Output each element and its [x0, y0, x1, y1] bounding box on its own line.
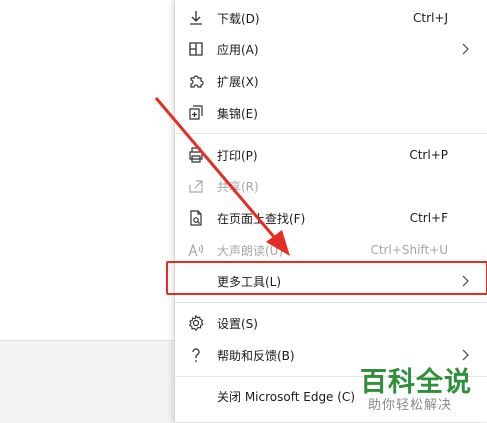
collections-icon	[187, 104, 205, 122]
extensions-icon	[187, 72, 205, 90]
page-content-lower	[0, 340, 176, 423]
menu-divider	[175, 302, 487, 303]
chevron-right-icon	[462, 43, 469, 55]
menu-item-shortcut: Ctrl+J	[413, 11, 448, 25]
menu-item-label: 大声朗读(U)	[217, 243, 284, 258]
watermark: 百科全说 助你轻松解决	[360, 360, 484, 416]
menu-item-label: 集锦(E)	[217, 106, 258, 121]
share-icon	[187, 177, 205, 195]
menu-item-label: 共享(R)	[217, 179, 259, 194]
find-icon	[187, 209, 205, 227]
menu-item-find-on-page[interactable]: 在页面上查找(F) Ctrl+F	[175, 203, 487, 233]
menu-item-extensions[interactable]: 扩展(X)	[175, 66, 487, 96]
menu-item-settings[interactable]: 设置(S)	[175, 308, 487, 338]
menu-divider	[175, 133, 487, 134]
watermark-subtitle: 助你轻松解决	[368, 398, 453, 413]
menu-item-label: 关闭 Microsoft Edge (C)	[217, 389, 355, 404]
annotation-highlight-box	[166, 261, 487, 295]
menu-item-downloads[interactable]: 下载(D) Ctrl+J	[175, 3, 487, 33]
browser-settings-menu: 下载(D) Ctrl+J 应用(A) 扩展(X) 集锦(E) 打印(P) Ctr…	[174, 0, 487, 422]
print-icon	[187, 146, 205, 164]
download-icon	[187, 9, 205, 27]
menu-item-label: 设置(S)	[217, 316, 258, 331]
menu-item-label: 下载(D)	[217, 11, 260, 26]
menu-item-print[interactable]: 打印(P) Ctrl+P	[175, 140, 487, 170]
settings-icon	[187, 314, 205, 332]
menu-item-label: 打印(P)	[217, 148, 258, 163]
menu-item-label: 在页面上查找(F)	[217, 211, 306, 226]
menu-item-shortcut: Ctrl+P	[409, 148, 448, 162]
page-content-area	[0, 0, 176, 340]
menu-item-share: 共享(R)	[175, 171, 487, 201]
read-aloud-icon	[187, 241, 205, 259]
menu-item-label: 扩展(X)	[217, 74, 259, 89]
help-icon	[187, 346, 205, 364]
menu-item-shortcut: Ctrl+F	[409, 211, 448, 225]
menu-item-label: 应用(A)	[217, 42, 259, 57]
menu-item-collections[interactable]: 集锦(E)	[175, 98, 487, 128]
apps-icon	[187, 40, 205, 58]
menu-item-shortcut: Ctrl+Shift+U	[370, 243, 448, 257]
menu-item-apps[interactable]: 应用(A)	[175, 34, 487, 64]
menu-item-label: 帮助和反馈(B)	[217, 348, 295, 363]
